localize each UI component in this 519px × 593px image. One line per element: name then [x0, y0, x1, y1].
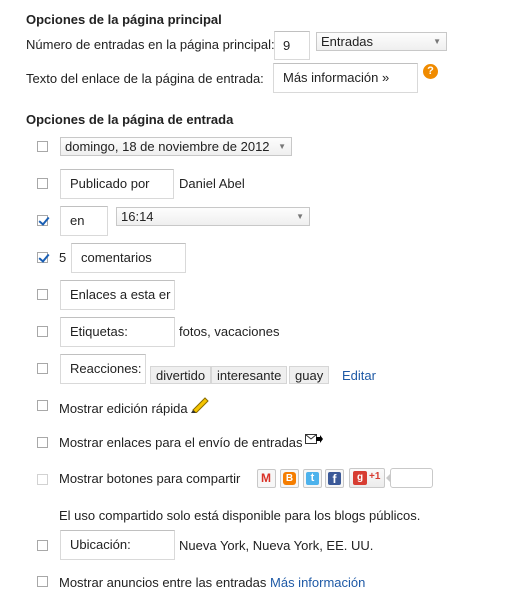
posts-unit-value: Entradas — [321, 34, 374, 49]
quick-edit-label: Mostrar edición rápida — [59, 401, 188, 416]
reaction-chip: guay — [289, 366, 330, 384]
ads-checkbox[interactable] — [37, 576, 48, 587]
chevron-down-icon: ▼ — [278, 142, 286, 151]
gmail-share-icon — [257, 469, 276, 488]
labels-sample: fotos, vacaciones — [179, 324, 280, 339]
share-count-bubble — [386, 468, 433, 488]
chevron-down-icon: ▼ — [433, 37, 441, 46]
labels-checkbox[interactable] — [37, 326, 48, 337]
backlinks-checkbox[interactable] — [37, 289, 48, 300]
comments-label-input[interactable]: comentarios — [71, 243, 186, 273]
gplus-button: g +1 — [349, 468, 385, 488]
time-checkbox[interactable] — [37, 215, 48, 226]
email-post-icon — [305, 434, 323, 444]
share-buttons-checkbox[interactable] — [37, 474, 48, 485]
twitter-share-icon — [303, 469, 322, 488]
gplus-icon: g — [353, 471, 367, 485]
ads-label-text: Mostrar anuncios entre las entradas — [59, 575, 267, 590]
reactions-checkbox[interactable] — [37, 363, 48, 374]
date-checkbox[interactable] — [37, 141, 48, 152]
chevron-down-icon: ▼ — [296, 212, 304, 221]
author-name: Daniel Abel — [179, 176, 245, 191]
edit-reactions-link[interactable]: Editar — [342, 368, 376, 383]
posts-unit-select[interactable]: Entradas ▼ — [316, 32, 447, 51]
time-format-value: 16:14 — [121, 209, 154, 224]
email-links-label: Mostrar enlaces para el envío de entrada… — [59, 435, 303, 450]
comments-count: 5 — [59, 250, 67, 265]
comments-checkbox[interactable] — [37, 252, 48, 263]
gplus-label: +1 — [369, 471, 381, 482]
link-text-label: Texto del enlace de la página de entrada… — [26, 71, 264, 86]
posted-by-checkbox[interactable] — [37, 178, 48, 189]
location-value: Nueva York, Nueva York, EE. UU. — [179, 538, 374, 553]
ads-more-info-link[interactable]: Más información — [270, 575, 365, 590]
help-icon[interactable]: ? — [423, 64, 438, 79]
date-format-value: domingo, 18 de noviembre de 2012 — [65, 139, 270, 154]
facebook-share-icon — [325, 469, 344, 488]
main-options-heading: Opciones de la página principal — [26, 12, 222, 27]
post-options-heading: Opciones de la página de entrada — [26, 112, 234, 127]
share-note: El uso compartido solo está disponible p… — [59, 508, 421, 523]
posts-count-label: Número de entradas en la página principa… — [26, 37, 275, 52]
posted-by-input[interactable]: Publicado por — [60, 169, 174, 199]
quick-edit-checkbox[interactable] — [37, 400, 48, 411]
date-format-select[interactable]: domingo, 18 de noviembre de 2012 ▼ — [60, 137, 292, 156]
labels-label-input[interactable]: Etiquetas: — [60, 317, 175, 347]
location-label-input[interactable]: Ubicación: — [60, 530, 175, 560]
reactions-label-input[interactable]: Reacciones: — [60, 354, 146, 384]
pencil-icon — [191, 397, 209, 413]
backlinks-label-input[interactable]: Enlaces a esta er — [60, 280, 175, 310]
location-checkbox[interactable] — [37, 540, 48, 551]
blogger-share-icon — [280, 469, 299, 488]
reaction-chip: divertido — [150, 366, 212, 384]
link-text-input[interactable]: Más información » — [273, 63, 418, 93]
time-format-select[interactable]: 16:14 ▼ — [116, 207, 310, 226]
posts-count-input[interactable]: 9 — [274, 31, 310, 60]
at-label-input[interactable]: en — [60, 206, 108, 236]
share-buttons-label: Mostrar botones para compartir — [59, 471, 241, 486]
email-links-checkbox[interactable] — [37, 437, 48, 448]
ads-label: Mostrar anuncios entre las entradas Más … — [59, 575, 365, 590]
reaction-chip: interesante — [211, 366, 288, 384]
